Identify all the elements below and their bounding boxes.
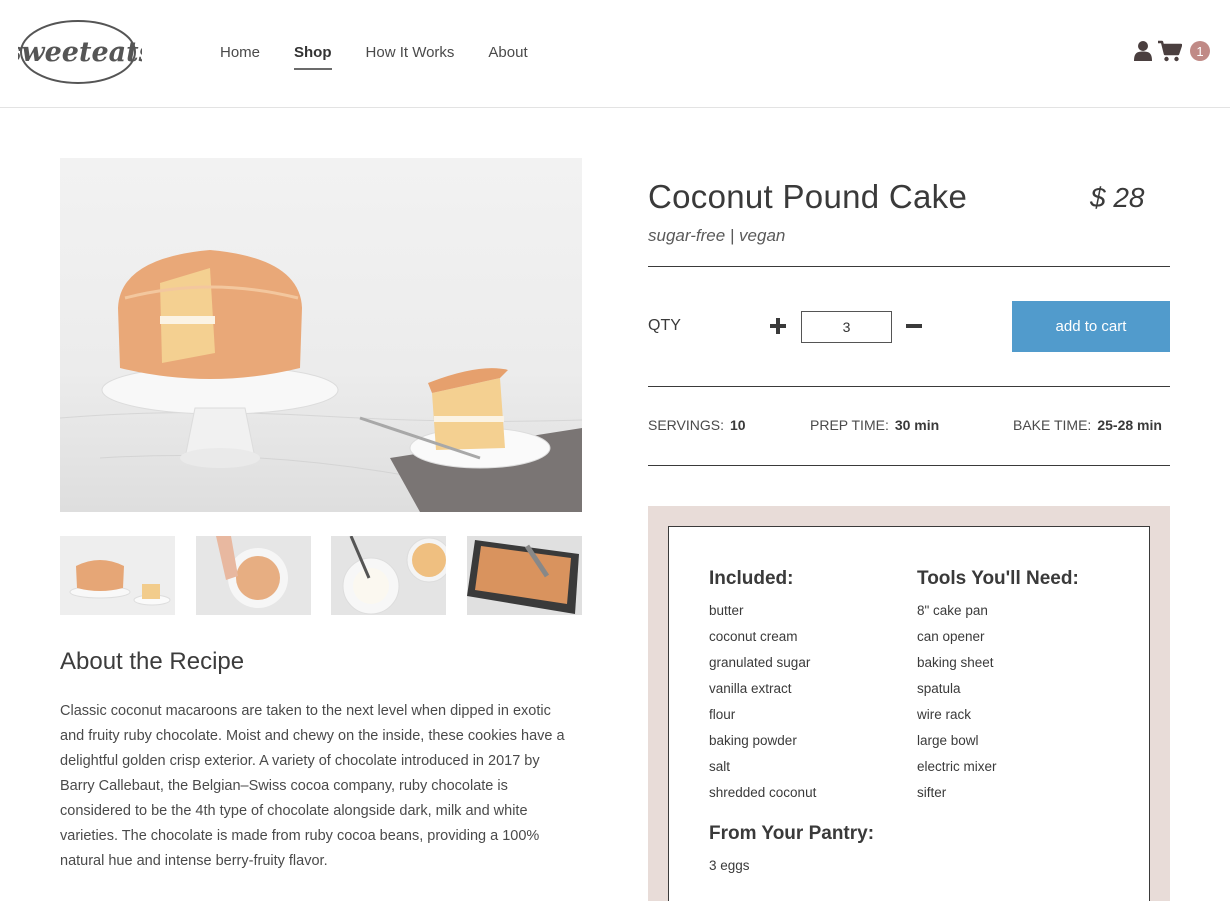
list-item: shredded coconut (709, 785, 817, 800)
product-price: $ 28 (1090, 182, 1145, 213)
product-tags: sugar-free | vegan (648, 226, 786, 245)
site-header: sweeteats Home Shop How It Works About 1 (0, 0, 1230, 108)
thumbnail-1[interactable] (60, 536, 175, 615)
recipe-contents-card: Included: butter coconut cream granulate… (668, 526, 1150, 901)
about-recipe-heading: About the Recipe (60, 648, 245, 675)
included-list: butter coconut cream granulated sugar va… (709, 598, 816, 806)
stat-value: 25-28 min (1097, 417, 1162, 433)
nav-about[interactable]: About (488, 44, 527, 70)
stat-servings: SERVINGS: 10 (648, 417, 746, 433)
list-item: electric mixer (917, 759, 997, 774)
list-item: baking powder (709, 733, 797, 748)
svg-text:sweeteats: sweeteats (18, 37, 142, 68)
divider (648, 386, 1170, 387)
nav-how-it-works[interactable]: How It Works (366, 44, 455, 70)
list-item: spatula (917, 681, 961, 696)
stat-value: 30 min (894, 417, 940, 433)
thumbnail-3[interactable] (331, 536, 446, 615)
nav-home[interactable]: Home (220, 44, 260, 70)
recipe-contents-panel: Included: butter coconut cream granulate… (648, 506, 1170, 901)
thumbnail-strip (60, 536, 582, 615)
list-item: butter (709, 603, 744, 618)
stat-bake-time: BAKE TIME: 25-28 min (1013, 417, 1162, 433)
divider (648, 266, 1170, 267)
list-item: can opener (917, 629, 985, 644)
pantry-list: 3 eggs (709, 853, 750, 879)
stat-prep-time: PREP TIME: 30 min (810, 417, 939, 433)
qty-increase-button[interactable] (766, 313, 790, 339)
list-item: salt (709, 759, 731, 774)
minus-icon (906, 324, 922, 328)
list-item: sifter (917, 785, 947, 800)
user-icon[interactable] (1134, 40, 1152, 62)
list-item: vanilla extract (709, 681, 792, 696)
qty-input[interactable] (801, 311, 892, 343)
qty-label: QTY (648, 317, 681, 334)
list-item: granulated sugar (709, 655, 811, 670)
divider (648, 465, 1170, 466)
tools-list: 8" cake pan can opener baking sheet spat… (917, 598, 997, 806)
stat-label: BAKE TIME: (1013, 417, 1092, 433)
cart-icon[interactable] (1158, 40, 1182, 62)
list-item: wire rack (917, 707, 972, 722)
included-heading: Included: (709, 568, 794, 589)
stat-label: SERVINGS: (648, 417, 724, 433)
tools-heading: Tools You'll Need: (917, 568, 1079, 589)
product-main-image[interactable] (60, 158, 582, 512)
qty-decrease-button[interactable] (902, 313, 926, 339)
add-to-cart-button[interactable]: add to cart (1012, 301, 1170, 352)
main-nav: Home Shop How It Works About (220, 44, 528, 70)
list-item: baking sheet (917, 655, 994, 670)
sweeteats-logo[interactable]: sweeteats (18, 18, 142, 86)
list-item: flour (709, 707, 736, 722)
product-title: Coconut Pound Cake (648, 178, 968, 215)
list-item: 3 eggs (709, 858, 750, 873)
cart-count-badge[interactable]: 1 (1190, 41, 1210, 61)
nav-shop[interactable]: Shop (294, 44, 332, 70)
thumbnail-4[interactable] (467, 536, 582, 615)
stat-label: PREP TIME: (810, 417, 889, 433)
list-item: coconut cream (709, 629, 798, 644)
about-recipe-text: Classic coconut macaroons are taken to t… (60, 703, 565, 869)
pantry-heading: From Your Pantry: (709, 823, 875, 844)
list-item: 8" cake pan (917, 603, 988, 618)
header-actions: 1 (1134, 40, 1210, 62)
stat-value: 10 (730, 417, 746, 433)
thumbnail-2[interactable] (196, 536, 311, 615)
list-item: large bowl (917, 733, 979, 748)
plus-icon (770, 318, 786, 334)
